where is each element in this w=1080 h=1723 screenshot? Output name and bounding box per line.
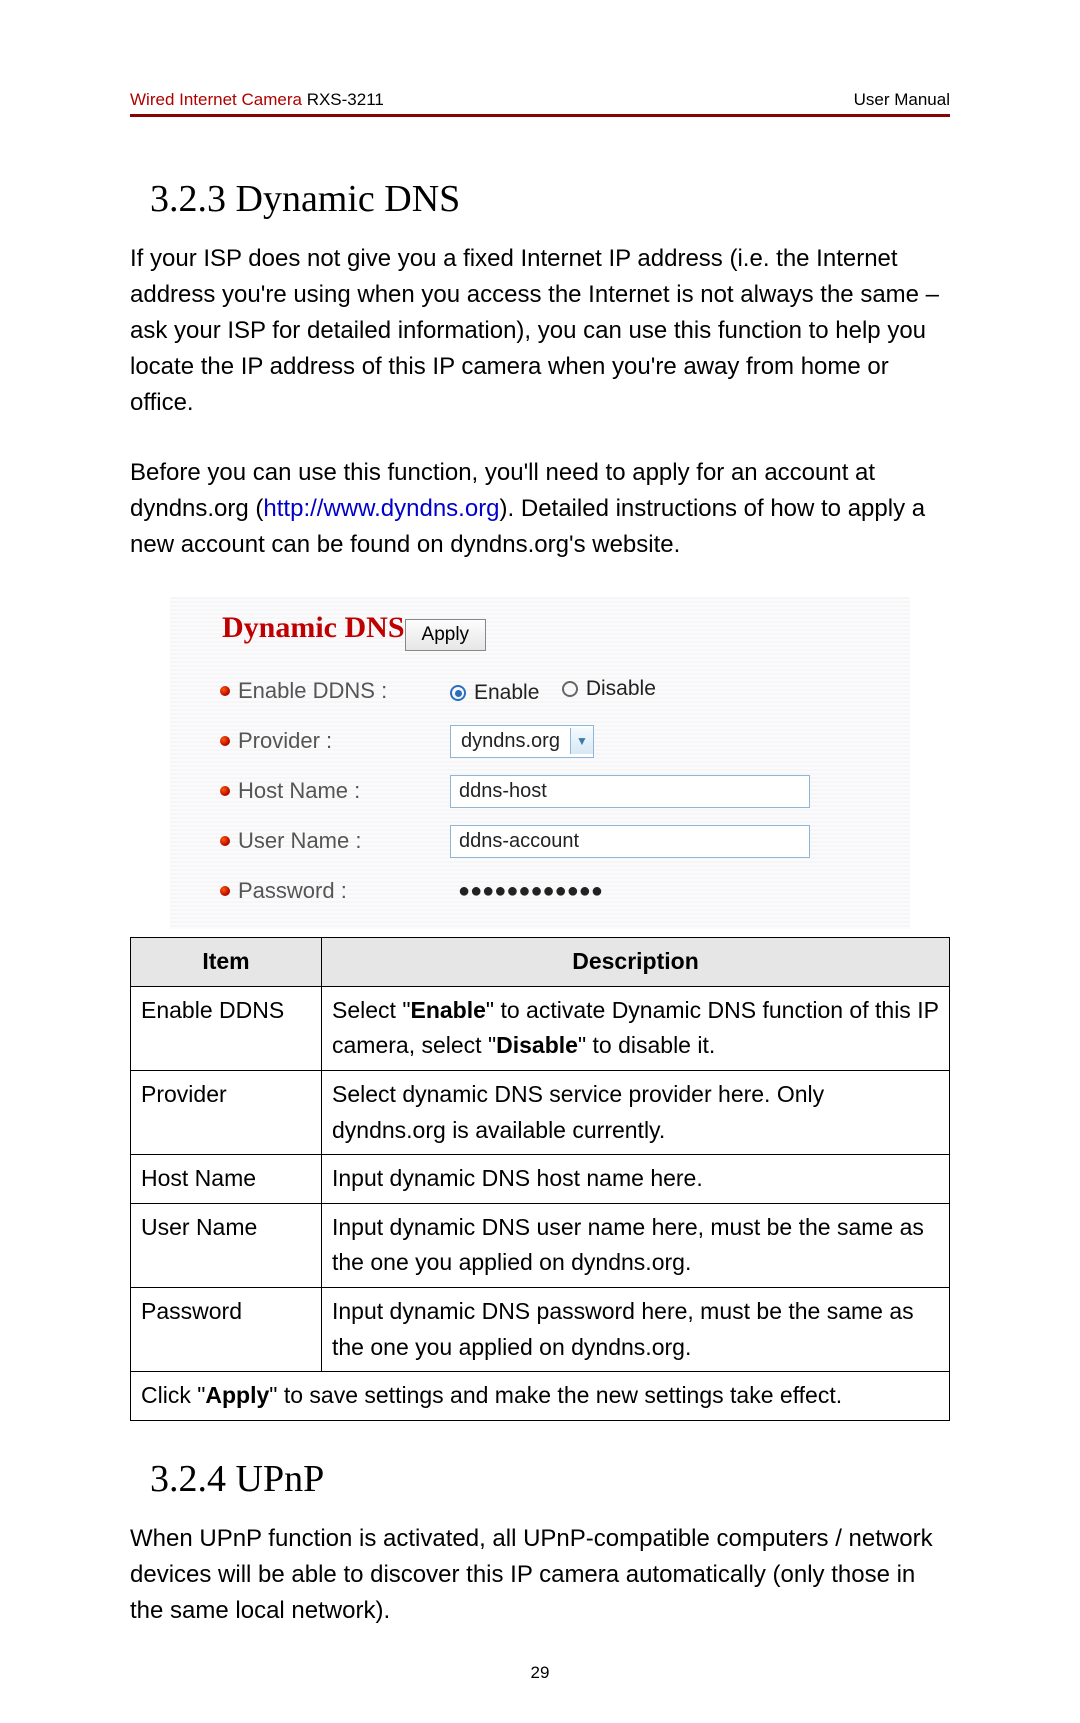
provider-select[interactable]: dyndns.org ▼ (450, 725, 594, 758)
ddns-settings-panel: Dynamic DNS Apply Enable DDNS : Enable D… (170, 597, 910, 929)
host-name-label: Host Name : (220, 778, 450, 804)
disable-radio[interactable]: Disable (562, 677, 656, 701)
cell-item: User Name (131, 1203, 322, 1287)
ddns-intro-paragraph-1: If your ISP does not give you a fixed In… (130, 241, 950, 421)
cell-desc: Input dynamic DNS password here, must be… (322, 1288, 950, 1372)
table-row: Password Input dynamic DNS password here… (131, 1288, 950, 1372)
page-number: 29 (0, 1663, 1080, 1683)
disable-radio-label: Disable (586, 677, 656, 701)
cell-desc: Input dynamic DNS host name here. (322, 1155, 950, 1204)
provider-label-text: Provider : (238, 728, 332, 754)
enable-radio[interactable]: Enable (450, 681, 539, 705)
user-name-input[interactable]: ddns-account (450, 825, 810, 858)
cell-item: Provider (131, 1070, 322, 1154)
enable-ddns-label-text: Enable DDNS : (238, 678, 387, 704)
user-name-label: User Name : (220, 828, 450, 854)
bullet-icon (220, 886, 230, 896)
product-name: Wired Internet Camera (130, 90, 307, 109)
radio-circle-icon (450, 685, 466, 701)
enable-ddns-label: Enable DDNS : (220, 678, 450, 704)
ddns-description-table: Item Description Enable DDNS Select "Ena… (130, 937, 950, 1421)
cell-apply-note: Click "Apply" to save settings and make … (131, 1372, 950, 1421)
provider-label: Provider : (220, 728, 450, 754)
host-name-label-text: Host Name : (238, 778, 360, 804)
provider-select-value: dyndns.org (451, 726, 570, 757)
radio-circle-icon (562, 681, 578, 697)
password-input[interactable]: ●●●●●●●●●●●● (450, 876, 810, 907)
dyndns-link[interactable]: http://www.dyndns.org (263, 495, 499, 522)
cell-desc: Input dynamic DNS user name here, must b… (322, 1203, 950, 1287)
bold-text: Apply (205, 1382, 269, 1408)
user-name-label-text: User Name : (238, 828, 361, 854)
header-right: User Manual (854, 90, 950, 110)
host-name-input[interactable]: ddns-host (450, 775, 810, 808)
text: Select " (332, 997, 410, 1023)
table-row: Enable DDNS Select "Enable" to activate … (131, 986, 950, 1070)
text: " to save settings and make the new sett… (269, 1382, 842, 1408)
section-heading-ddns: 3.2.3 Dynamic DNS (150, 177, 950, 221)
password-label-text: Password : (238, 878, 347, 904)
cell-item: Host Name (131, 1155, 322, 1204)
table-row: Host Name Input dynamic DNS host name he… (131, 1155, 950, 1204)
enable-radio-label: Enable (474, 681, 539, 705)
password-label: Password : (220, 878, 450, 904)
cell-desc: Select "Enable" to activate Dynamic DNS … (322, 986, 950, 1070)
cell-desc: Select dynamic DNS service provider here… (322, 1070, 950, 1154)
text: " to disable it. (578, 1032, 715, 1058)
text: Click " (141, 1382, 205, 1408)
apply-button[interactable]: Apply (405, 619, 487, 651)
model-number: RXS-3211 (307, 90, 384, 109)
upnp-paragraph: When UPnP function is activated, all UPn… (130, 1521, 950, 1629)
table-row: Click "Apply" to save settings and make … (131, 1372, 950, 1421)
section-heading-upnp: 3.2.4 UPnP (150, 1457, 950, 1501)
bold-text: Enable (410, 997, 485, 1023)
bullet-icon (220, 836, 230, 846)
cell-item: Password (131, 1288, 322, 1372)
bullet-icon (220, 686, 230, 696)
bold-text: Disable (496, 1032, 578, 1058)
table-row: Provider Select dynamic DNS service prov… (131, 1070, 950, 1154)
bullet-icon (220, 786, 230, 796)
table-row: User Name Input dynamic DNS user name he… (131, 1203, 950, 1287)
table-header-item: Item (131, 938, 322, 987)
page-header: Wired Internet Camera RXS-3211 User Manu… (130, 90, 950, 117)
chevron-down-icon: ▼ (570, 728, 593, 754)
header-left: Wired Internet Camera RXS-3211 (130, 90, 384, 110)
ddns-intro-paragraph-2: Before you can use this function, you'll… (130, 455, 950, 563)
bullet-icon (220, 736, 230, 746)
panel-title: Dynamic DNS (222, 611, 405, 645)
table-header-description: Description (322, 938, 950, 987)
radio-dot-icon (455, 690, 462, 697)
cell-item: Enable DDNS (131, 986, 322, 1070)
